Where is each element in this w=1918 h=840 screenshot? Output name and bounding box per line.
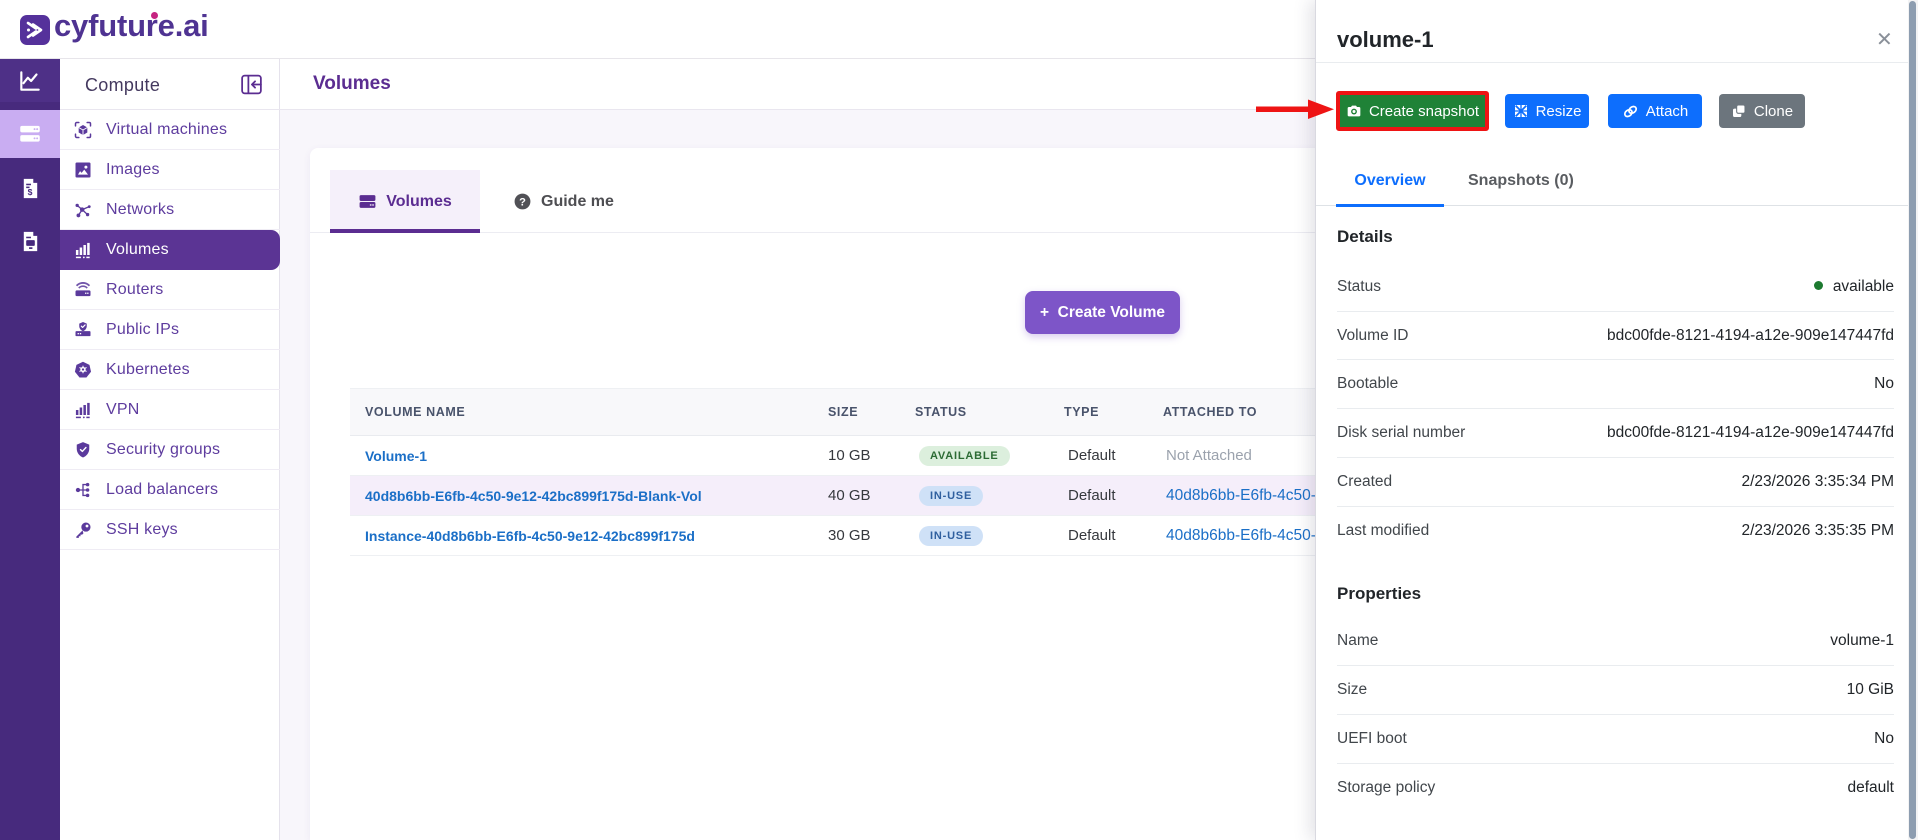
svg-text:?: ? xyxy=(519,196,526,208)
svg-text:$: $ xyxy=(27,187,32,197)
